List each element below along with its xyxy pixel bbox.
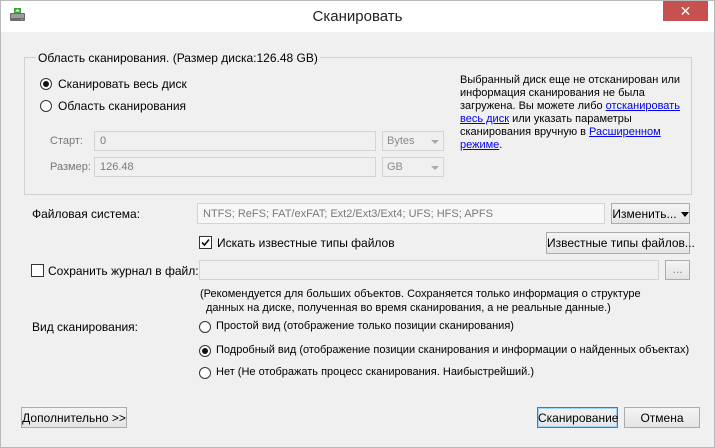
scan-view-label: Вид сканирования: <box>32 320 138 334</box>
known-types-checkbox[interactable] <box>199 236 212 249</box>
start-label: Старт: <box>50 135 83 147</box>
save-log-checkbox[interactable] <box>31 264 44 277</box>
checkmark-icon <box>201 238 210 247</box>
known-file-types-button[interactable]: Известные типы файлов... <box>546 232 695 254</box>
log-note: (Рекомендуется для больших объектов. Сох… <box>200 287 641 315</box>
size-input[interactable]: 126.48 <box>94 157 376 177</box>
filesystem-field: NTFS; ReFS; FAT/exFAT; Ext2/Ext3/Ext4; U… <box>197 203 605 224</box>
radio-scan-whole-disk-label[interactable]: Сканировать весь диск <box>58 77 187 91</box>
start-input[interactable]: 0 <box>94 131 376 151</box>
close-icon: ✕ <box>679 3 692 19</box>
filesystem-label: Файловая система: <box>32 207 141 221</box>
start-unit-select[interactable]: Bytes <box>382 131 444 151</box>
log-path-input[interactable] <box>199 260 659 280</box>
chevron-down-icon <box>680 212 689 218</box>
radio-simple-view[interactable] <box>199 321 211 333</box>
radio-no-view[interactable] <box>199 367 211 379</box>
info-text-part3: . <box>499 139 503 151</box>
scan-button[interactable]: Сканирование <box>537 407 618 428</box>
change-filesystem-button[interactable]: Изменить... <box>611 203 690 224</box>
scan-info-text: Выбранный диск еще не отсканирован или и… <box>460 74 688 152</box>
radio-detailed-view[interactable] <box>199 345 211 357</box>
cancel-button[interactable]: Отмена <box>624 407 700 428</box>
radio-simple-view-label[interactable]: Простой вид (отображение только позиции … <box>216 320 514 332</box>
scan-area-group-title: Область сканирования. (Размер диска:126.… <box>36 51 320 65</box>
change-filesystem-label: Изменить... <box>612 207 677 221</box>
save-log-label[interactable]: Сохранить журнал в файл: <box>48 264 199 278</box>
radio-scan-whole-disk[interactable] <box>40 78 52 90</box>
known-types-label[interactable]: Искать известные типы файлов <box>217 236 395 250</box>
radio-detailed-view-label[interactable]: Подробный вид (отображение позиции скани… <box>216 344 689 356</box>
size-unit-value: GB <box>387 161 403 173</box>
radio-scan-area[interactable] <box>40 100 52 112</box>
title-bar[interactable]: Сканировать ✕ <box>1 1 714 32</box>
browse-log-button[interactable]: ... <box>665 260 690 280</box>
window-title: Сканировать <box>312 8 403 25</box>
log-note-line2: данных на диске, полученная во время ска… <box>206 302 611 314</box>
start-unit-value: Bytes <box>387 135 415 147</box>
size-unit-select[interactable]: GB <box>382 157 444 177</box>
radio-scan-area-label[interactable]: Область сканирования <box>58 99 186 113</box>
log-note-line1: (Рекомендуется для больших объектов. Сох… <box>200 288 641 300</box>
chevron-down-icon <box>431 140 439 144</box>
radio-no-view-label[interactable]: Нет (Не отображать процесс сканирования.… <box>216 366 534 378</box>
close-button[interactable]: ✕ <box>663 1 708 21</box>
advanced-button[interactable]: Дополнительно >> <box>21 407 127 428</box>
size-label: Размер: <box>50 161 91 173</box>
chevron-down-icon <box>431 166 439 170</box>
